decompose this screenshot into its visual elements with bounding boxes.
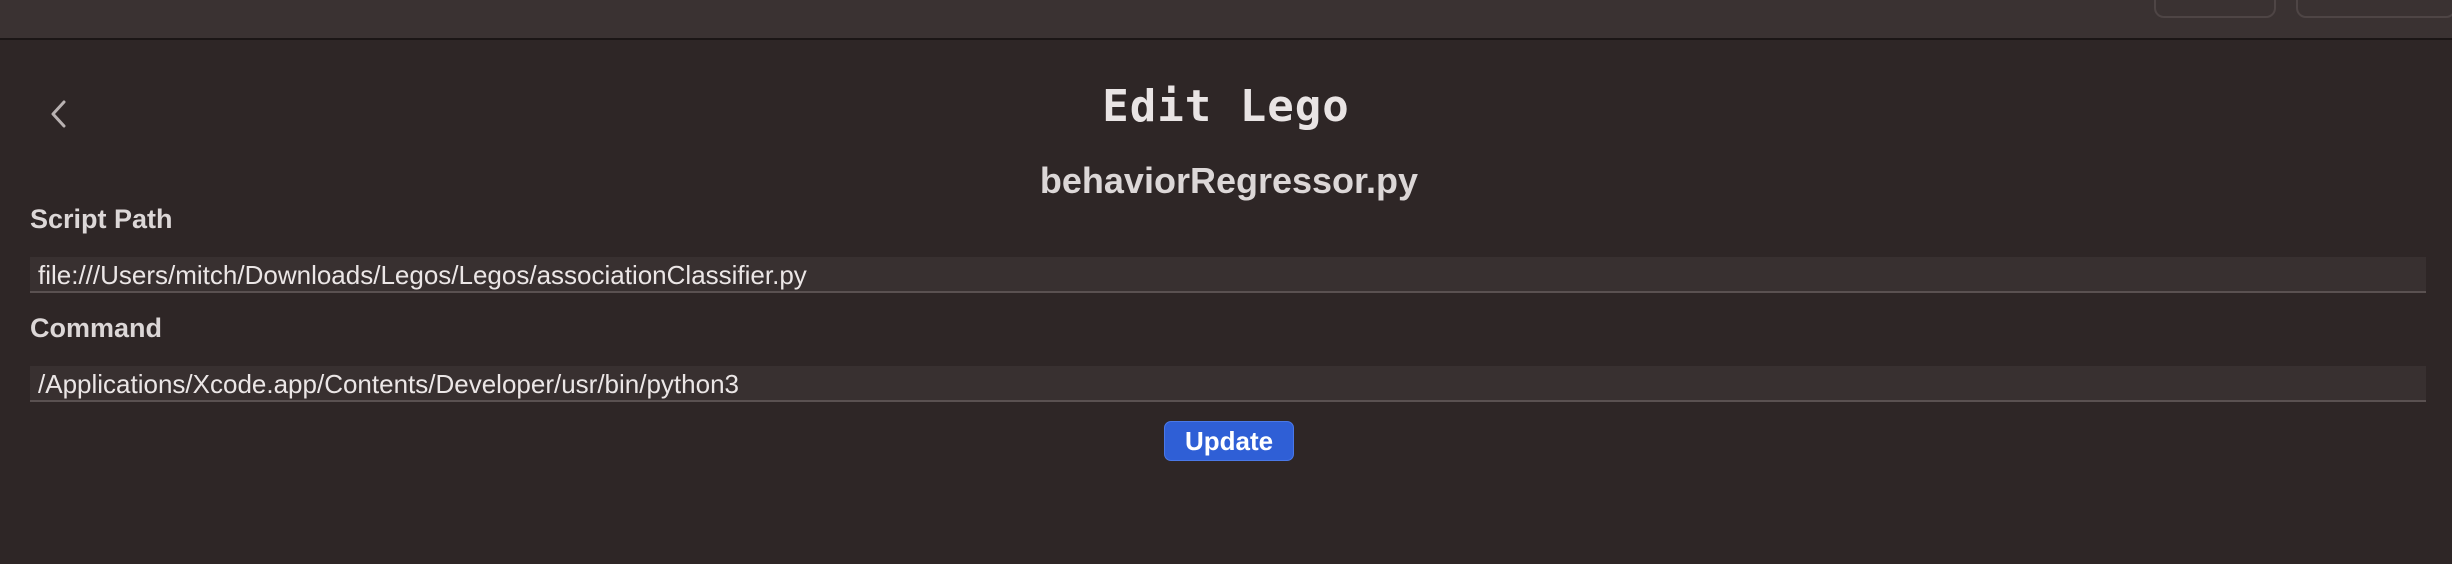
script-path-label: Script Path	[30, 204, 173, 234]
command-field[interactable]: /Applications/Xcode.app/Contents/Develop…	[30, 366, 2426, 402]
page-title: Edit Lego	[1102, 81, 1350, 132]
toolbar-button-right[interactable]	[2296, 0, 2452, 18]
toolbar-button-left[interactable]	[2154, 0, 2276, 18]
lego-filename: behaviorRegressor.py	[1039, 160, 1419, 201]
command-label: Command	[30, 313, 163, 343]
window-toolbar	[0, 0, 2452, 40]
update-button[interactable]: Update	[1164, 421, 1294, 461]
script-path-field[interactable]: file:///Users/mitch/Downloads/Legos/Lego…	[30, 257, 2426, 293]
